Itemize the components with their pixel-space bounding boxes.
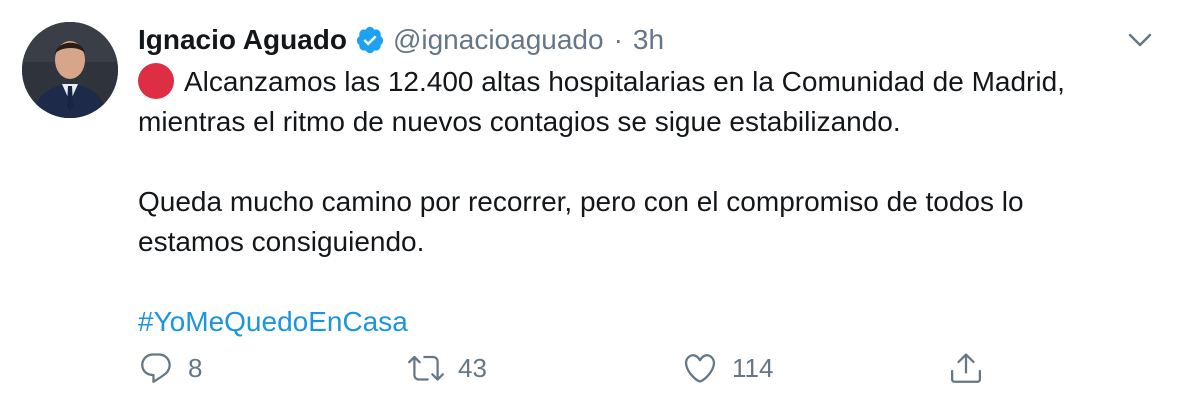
avatar[interactable] (22, 22, 118, 118)
tweet-line-1: Alcanzamos las 12.400 altas hospitalaria… (138, 62, 1148, 102)
tweet[interactable]: Ignacio Aguado @ignacioaguado · 3h Alcan… (0, 0, 1180, 414)
tweet-text: Alcanzamos las 12.400 altas hospitalaria… (138, 62, 1148, 342)
author-handle[interactable]: @ignacioaguado (393, 24, 604, 56)
share-button[interactable] (948, 346, 984, 390)
reply-icon (141, 353, 171, 383)
reply-button[interactable]: 8 (138, 346, 202, 390)
hashtag-link[interactable]: #YoMeQuedoEnCasa (138, 306, 408, 337)
red-circle-emoji (138, 63, 174, 99)
like-icon (684, 354, 716, 383)
chevron-down-icon[interactable] (1124, 24, 1156, 56)
retweet-icon (408, 355, 444, 381)
retweet-button[interactable]: 43 (408, 346, 487, 390)
author-name[interactable]: Ignacio Aguado (138, 24, 347, 56)
tweet-line-3: Queda mucho camino por recorrer, pero co… (138, 186, 1024, 217)
share-icon (951, 353, 981, 383)
retweet-count: 43 (458, 352, 487, 383)
timestamp[interactable]: 3h (633, 24, 664, 56)
separator-dot: · (613, 24, 623, 55)
reply-count: 8 (188, 352, 203, 383)
verified-badge-icon (355, 25, 385, 55)
like-button[interactable]: 114 (682, 346, 773, 390)
hashtag-line: #YoMeQuedoEnCasa (138, 302, 1148, 342)
tweet-line-4: estamos consiguiendo. (138, 226, 425, 257)
tweet-header: Ignacio Aguado @ignacioaguado · 3h (138, 22, 664, 58)
tweet-line-2: mientras el ritmo de nuevos contagios se… (138, 106, 901, 137)
tweet-line-1-text: Alcanzamos las 12.400 altas hospitalaria… (184, 66, 1065, 97)
like-count: 114 (732, 352, 774, 383)
tweet-actions: 8 43 114 (138, 346, 1148, 390)
